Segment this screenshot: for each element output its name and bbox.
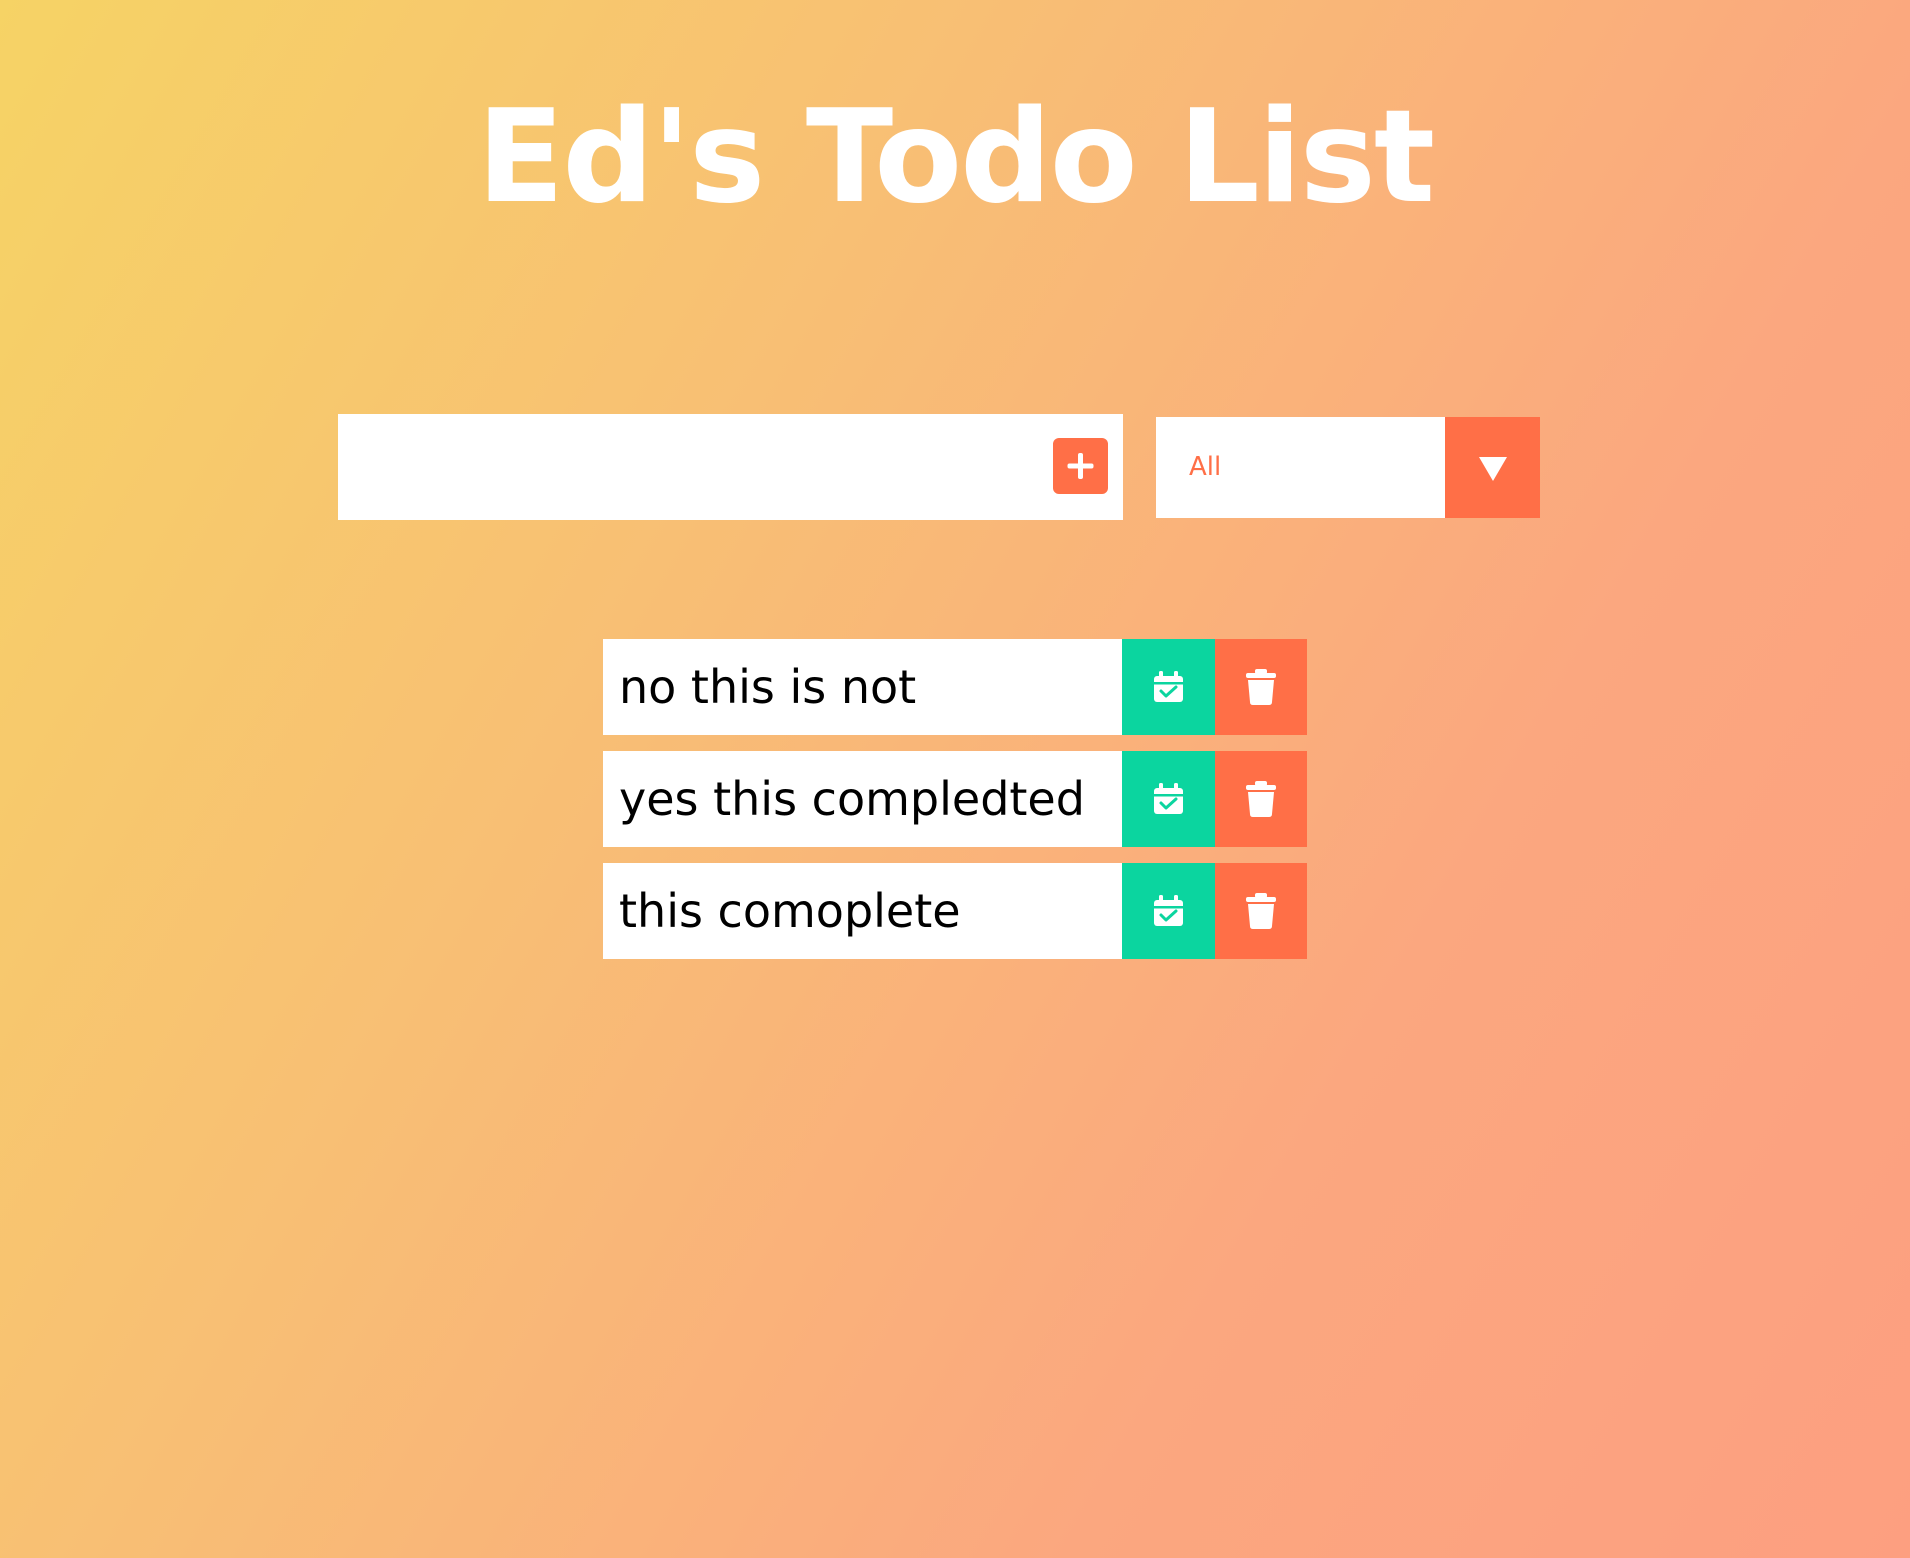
filter-select[interactable]: All <box>1156 417 1540 518</box>
triangle-down-icon <box>1479 457 1507 481</box>
todo-input[interactable] <box>338 414 1028 520</box>
todo-form <box>338 414 1123 520</box>
add-todo-button[interactable] <box>1053 438 1108 494</box>
todo-text: this comoplete <box>619 884 961 938</box>
trash-icon <box>1246 669 1276 705</box>
todo-item: yes this compledted <box>603 751 1307 847</box>
calendar-check-icon <box>1154 671 1183 702</box>
trash-icon <box>1246 893 1276 929</box>
complete-button[interactable] <box>1122 751 1215 847</box>
plus-icon <box>1067 453 1094 479</box>
filter-selected-value: All <box>1189 452 1222 482</box>
todo-list: no this is not yes this compledted this … <box>603 639 1307 975</box>
calendar-check-icon <box>1154 895 1183 926</box>
delete-button[interactable] <box>1215 639 1307 735</box>
todo-text: no this is not <box>619 660 917 714</box>
todo-text: yes this compledted <box>619 772 1085 826</box>
todo-item: no this is not <box>603 639 1307 735</box>
delete-button[interactable] <box>1215 863 1307 959</box>
calendar-check-icon <box>1154 783 1183 814</box>
filter-dropdown-button[interactable] <box>1445 417 1540 518</box>
complete-button[interactable] <box>1122 639 1215 735</box>
page-title: Ed's Todo List <box>476 83 1435 232</box>
delete-button[interactable] <box>1215 751 1307 847</box>
complete-button[interactable] <box>1122 863 1215 959</box>
trash-icon <box>1246 781 1276 817</box>
todo-item: this comoplete <box>603 863 1307 959</box>
